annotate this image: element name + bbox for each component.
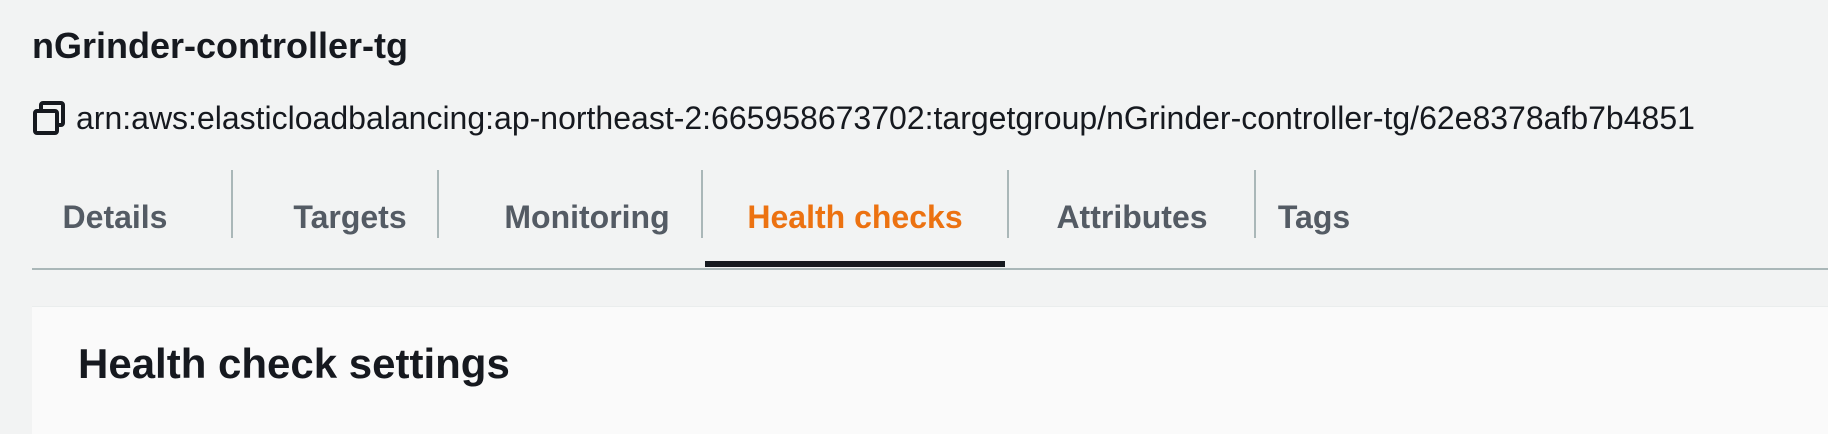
tab-divider (437, 170, 439, 238)
arn-row: arn:aws:elasticloadbalancing:ap-northeas… (32, 94, 1695, 142)
tab-tags[interactable]: Tags (1254, 166, 1374, 268)
tab-divider (1254, 170, 1256, 238)
tab-attributes[interactable]: Attributes (1010, 166, 1254, 268)
tab-divider (231, 170, 233, 238)
section-title: Health check settings (78, 340, 510, 387)
target-group-title: nGrinder-controller-tg (32, 25, 408, 66)
copy-icon[interactable] (32, 101, 66, 135)
target-group-arn: arn:aws:elasticloadbalancing:ap-northeas… (76, 100, 1695, 136)
active-tab-indicator (705, 261, 1005, 267)
tab-divider (1007, 170, 1009, 238)
tab-targets[interactable]: Targets (232, 166, 468, 268)
tab-bar: Details Targets Monitoring Health checks… (32, 166, 1828, 270)
tab-monitoring[interactable]: Monitoring (440, 166, 734, 268)
tab-details[interactable]: Details (32, 166, 198, 268)
tab-divider (701, 170, 703, 238)
tab-health-checks[interactable]: Health checks (705, 166, 1005, 268)
